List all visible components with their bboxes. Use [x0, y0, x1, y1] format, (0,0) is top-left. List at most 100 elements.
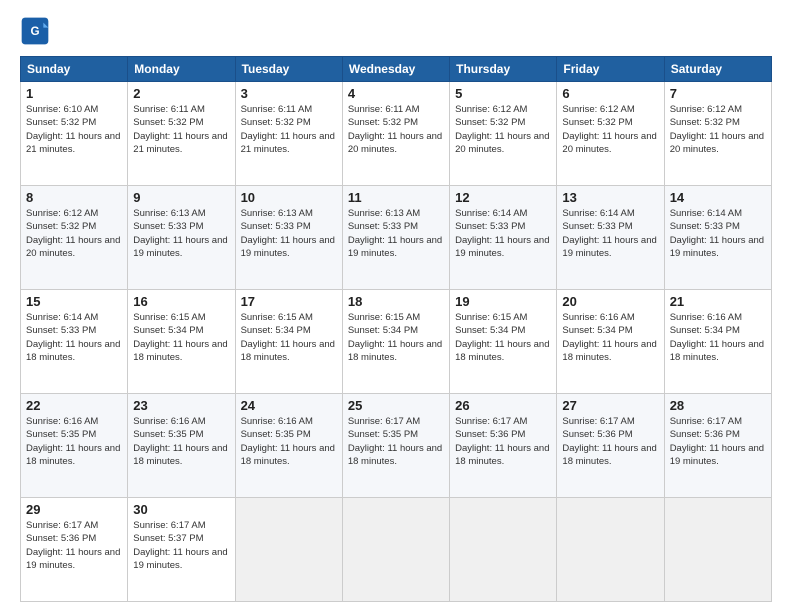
calendar-cell: 3 Sunrise: 6:11 AMSunset: 5:32 PMDayligh… — [235, 82, 342, 186]
day-number: 10 — [241, 190, 337, 205]
day-info: Sunrise: 6:12 AMSunset: 5:32 PMDaylight:… — [26, 207, 122, 260]
calendar-cell: 16 Sunrise: 6:15 AMSunset: 5:34 PMDaylig… — [128, 290, 235, 394]
weekday-header-friday: Friday — [557, 57, 664, 82]
day-info: Sunrise: 6:15 AMSunset: 5:34 PMDaylight:… — [348, 311, 444, 364]
day-number: 29 — [26, 502, 122, 517]
calendar-cell: 22 Sunrise: 6:16 AMSunset: 5:35 PMDaylig… — [21, 394, 128, 498]
weekday-header-thursday: Thursday — [450, 57, 557, 82]
calendar-cell: 19 Sunrise: 6:15 AMSunset: 5:34 PMDaylig… — [450, 290, 557, 394]
calendar-cell: 13 Sunrise: 6:14 AMSunset: 5:33 PMDaylig… — [557, 186, 664, 290]
day-info: Sunrise: 6:17 AMSunset: 5:37 PMDaylight:… — [133, 519, 229, 572]
calendar-cell: 18 Sunrise: 6:15 AMSunset: 5:34 PMDaylig… — [342, 290, 449, 394]
calendar-cell: 24 Sunrise: 6:16 AMSunset: 5:35 PMDaylig… — [235, 394, 342, 498]
weekday-header-saturday: Saturday — [664, 57, 771, 82]
calendar-cell: 14 Sunrise: 6:14 AMSunset: 5:33 PMDaylig… — [664, 186, 771, 290]
week-row-2: 8 Sunrise: 6:12 AMSunset: 5:32 PMDayligh… — [21, 186, 772, 290]
day-number: 1 — [26, 86, 122, 101]
weekday-header-monday: Monday — [128, 57, 235, 82]
calendar-cell: 8 Sunrise: 6:12 AMSunset: 5:32 PMDayligh… — [21, 186, 128, 290]
calendar-cell: 25 Sunrise: 6:17 AMSunset: 5:35 PMDaylig… — [342, 394, 449, 498]
day-info: Sunrise: 6:10 AMSunset: 5:32 PMDaylight:… — [26, 103, 122, 156]
weekday-header-wednesday: Wednesday — [342, 57, 449, 82]
weekday-header-sunday: Sunday — [21, 57, 128, 82]
day-info: Sunrise: 6:17 AMSunset: 5:35 PMDaylight:… — [348, 415, 444, 468]
calendar-cell — [235, 498, 342, 602]
day-info: Sunrise: 6:16 AMSunset: 5:34 PMDaylight:… — [670, 311, 766, 364]
day-number: 9 — [133, 190, 229, 205]
calendar-cell: 9 Sunrise: 6:13 AMSunset: 5:33 PMDayligh… — [128, 186, 235, 290]
day-info: Sunrise: 6:12 AMSunset: 5:32 PMDaylight:… — [562, 103, 658, 156]
day-info: Sunrise: 6:14 AMSunset: 5:33 PMDaylight:… — [670, 207, 766, 260]
day-number: 18 — [348, 294, 444, 309]
day-info: Sunrise: 6:15 AMSunset: 5:34 PMDaylight:… — [241, 311, 337, 364]
weekday-header-tuesday: Tuesday — [235, 57, 342, 82]
calendar-cell: 11 Sunrise: 6:13 AMSunset: 5:33 PMDaylig… — [342, 186, 449, 290]
day-number: 5 — [455, 86, 551, 101]
header: G — [20, 16, 772, 46]
day-info: Sunrise: 6:15 AMSunset: 5:34 PMDaylight:… — [133, 311, 229, 364]
day-number: 22 — [26, 398, 122, 413]
calendar-cell: 27 Sunrise: 6:17 AMSunset: 5:36 PMDaylig… — [557, 394, 664, 498]
calendar-cell: 29 Sunrise: 6:17 AMSunset: 5:36 PMDaylig… — [21, 498, 128, 602]
calendar-cell — [664, 498, 771, 602]
day-number: 16 — [133, 294, 229, 309]
day-info: Sunrise: 6:13 AMSunset: 5:33 PMDaylight:… — [348, 207, 444, 260]
svg-text:G: G — [30, 25, 39, 38]
day-number: 14 — [670, 190, 766, 205]
day-info: Sunrise: 6:17 AMSunset: 5:36 PMDaylight:… — [455, 415, 551, 468]
day-number: 17 — [241, 294, 337, 309]
day-number: 21 — [670, 294, 766, 309]
calendar-cell: 6 Sunrise: 6:12 AMSunset: 5:32 PMDayligh… — [557, 82, 664, 186]
day-info: Sunrise: 6:12 AMSunset: 5:32 PMDaylight:… — [455, 103, 551, 156]
day-number: 28 — [670, 398, 766, 413]
calendar-cell — [557, 498, 664, 602]
calendar-cell: 21 Sunrise: 6:16 AMSunset: 5:34 PMDaylig… — [664, 290, 771, 394]
week-row-5: 29 Sunrise: 6:17 AMSunset: 5:36 PMDaylig… — [21, 498, 772, 602]
day-info: Sunrise: 6:11 AMSunset: 5:32 PMDaylight:… — [133, 103, 229, 156]
day-info: Sunrise: 6:11 AMSunset: 5:32 PMDaylight:… — [241, 103, 337, 156]
day-number: 20 — [562, 294, 658, 309]
day-number: 30 — [133, 502, 229, 517]
calendar-cell: 28 Sunrise: 6:17 AMSunset: 5:36 PMDaylig… — [664, 394, 771, 498]
calendar-cell: 20 Sunrise: 6:16 AMSunset: 5:34 PMDaylig… — [557, 290, 664, 394]
calendar-cell: 15 Sunrise: 6:14 AMSunset: 5:33 PMDaylig… — [21, 290, 128, 394]
day-info: Sunrise: 6:16 AMSunset: 5:34 PMDaylight:… — [562, 311, 658, 364]
day-number: 24 — [241, 398, 337, 413]
day-number: 2 — [133, 86, 229, 101]
day-number: 7 — [670, 86, 766, 101]
day-info: Sunrise: 6:16 AMSunset: 5:35 PMDaylight:… — [241, 415, 337, 468]
day-number: 15 — [26, 294, 122, 309]
day-number: 4 — [348, 86, 444, 101]
calendar-cell: 23 Sunrise: 6:16 AMSunset: 5:35 PMDaylig… — [128, 394, 235, 498]
day-info: Sunrise: 6:17 AMSunset: 5:36 PMDaylight:… — [562, 415, 658, 468]
day-number: 25 — [348, 398, 444, 413]
logo-icon: G — [20, 16, 50, 46]
day-number: 23 — [133, 398, 229, 413]
day-info: Sunrise: 6:14 AMSunset: 5:33 PMDaylight:… — [455, 207, 551, 260]
day-info: Sunrise: 6:13 AMSunset: 5:33 PMDaylight:… — [241, 207, 337, 260]
day-info: Sunrise: 6:17 AMSunset: 5:36 PMDaylight:… — [26, 519, 122, 572]
calendar-cell: 12 Sunrise: 6:14 AMSunset: 5:33 PMDaylig… — [450, 186, 557, 290]
day-number: 3 — [241, 86, 337, 101]
calendar-cell: 2 Sunrise: 6:11 AMSunset: 5:32 PMDayligh… — [128, 82, 235, 186]
logo: G — [20, 16, 54, 46]
calendar-table: SundayMondayTuesdayWednesdayThursdayFrid… — [20, 56, 772, 602]
day-info: Sunrise: 6:12 AMSunset: 5:32 PMDaylight:… — [670, 103, 766, 156]
day-number: 11 — [348, 190, 444, 205]
day-info: Sunrise: 6:17 AMSunset: 5:36 PMDaylight:… — [670, 415, 766, 468]
calendar-cell — [342, 498, 449, 602]
week-row-3: 15 Sunrise: 6:14 AMSunset: 5:33 PMDaylig… — [21, 290, 772, 394]
calendar-cell: 5 Sunrise: 6:12 AMSunset: 5:32 PMDayligh… — [450, 82, 557, 186]
day-info: Sunrise: 6:11 AMSunset: 5:32 PMDaylight:… — [348, 103, 444, 156]
calendar-cell — [450, 498, 557, 602]
day-info: Sunrise: 6:16 AMSunset: 5:35 PMDaylight:… — [133, 415, 229, 468]
calendar-cell: 1 Sunrise: 6:10 AMSunset: 5:32 PMDayligh… — [21, 82, 128, 186]
day-number: 12 — [455, 190, 551, 205]
calendar-cell: 17 Sunrise: 6:15 AMSunset: 5:34 PMDaylig… — [235, 290, 342, 394]
day-info: Sunrise: 6:14 AMSunset: 5:33 PMDaylight:… — [562, 207, 658, 260]
weekday-header-row: SundayMondayTuesdayWednesdayThursdayFrid… — [21, 57, 772, 82]
day-info: Sunrise: 6:13 AMSunset: 5:33 PMDaylight:… — [133, 207, 229, 260]
calendar-cell: 10 Sunrise: 6:13 AMSunset: 5:33 PMDaylig… — [235, 186, 342, 290]
day-info: Sunrise: 6:16 AMSunset: 5:35 PMDaylight:… — [26, 415, 122, 468]
calendar-cell: 26 Sunrise: 6:17 AMSunset: 5:36 PMDaylig… — [450, 394, 557, 498]
